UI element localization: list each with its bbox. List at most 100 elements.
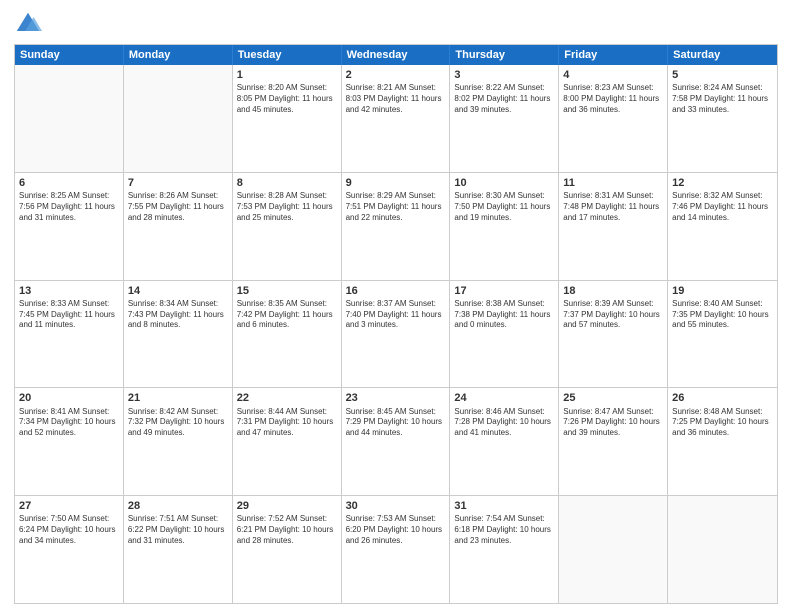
logo	[14, 10, 46, 38]
calendar-cell: 28Sunrise: 7:51 AM Sunset: 6:22 PM Dayli…	[124, 496, 233, 603]
day-info: Sunrise: 7:50 AM Sunset: 6:24 PM Dayligh…	[19, 514, 119, 546]
calendar-cell: 25Sunrise: 8:47 AM Sunset: 7:26 PM Dayli…	[559, 388, 668, 495]
day-info: Sunrise: 8:35 AM Sunset: 7:42 PM Dayligh…	[237, 299, 337, 331]
day-info: Sunrise: 8:20 AM Sunset: 8:05 PM Dayligh…	[237, 83, 337, 115]
calendar-cell: 19Sunrise: 8:40 AM Sunset: 7:35 PM Dayli…	[668, 281, 777, 388]
calendar-cell: 31Sunrise: 7:54 AM Sunset: 6:18 PM Dayli…	[450, 496, 559, 603]
day-number: 29	[237, 499, 337, 513]
calendar-cell	[124, 65, 233, 172]
day-number: 23	[346, 391, 446, 405]
day-info: Sunrise: 8:47 AM Sunset: 7:26 PM Dayligh…	[563, 407, 663, 439]
day-info: Sunrise: 8:22 AM Sunset: 8:02 PM Dayligh…	[454, 83, 554, 115]
day-number: 12	[672, 176, 773, 190]
calendar-cell: 29Sunrise: 7:52 AM Sunset: 6:21 PM Dayli…	[233, 496, 342, 603]
calendar-cell: 26 Sunrise: 8:48 AM Sunset: 7:25 PM Dayli…	[668, 388, 777, 495]
calendar-cell: 18Sunrise: 8:39 AM Sunset: 7:37 PM Dayli…	[559, 281, 668, 388]
day-info: Sunrise: 8:31 AM Sunset: 7:48 PM Dayligh…	[563, 191, 663, 223]
calendar-cell: 27Sunrise: 7:50 AM Sunset: 6:24 PM Dayli…	[15, 496, 124, 603]
day-info: Sunrise: 8:38 AM Sunset: 7:38 PM Dayligh…	[454, 299, 554, 331]
day-number: 20	[19, 391, 119, 405]
day-number: 6	[19, 176, 119, 190]
day-info: Sunrise: 8:42 AM Sunset: 7:32 PM Dayligh…	[128, 407, 228, 439]
day-info: Sunrise: 7:51 AM Sunset: 6:22 PM Dayligh…	[128, 514, 228, 546]
calendar-cell: 24 Sunrise: 8:46 AM Sunset: 7:28 PM Dayli…	[450, 388, 559, 495]
day-number: 15	[237, 284, 337, 298]
calendar-week: 27Sunrise: 7:50 AM Sunset: 6:24 PM Dayli…	[15, 496, 777, 603]
calendar-day-header: Thursday	[450, 45, 559, 65]
logo-icon	[14, 10, 42, 38]
calendar-cell: 21 Sunrise: 8:42 AM Sunset: 7:32 PM Dayli…	[124, 388, 233, 495]
calendar-cell: 17Sunrise: 8:38 AM Sunset: 7:38 PM Dayli…	[450, 281, 559, 388]
calendar: SundayMondayTuesdayWednesdayThursdayFrid…	[14, 44, 778, 604]
day-number: 5	[672, 68, 773, 82]
calendar-cell: 13Sunrise: 8:33 AM Sunset: 7:45 PM Dayli…	[15, 281, 124, 388]
day-info: Sunrise: 7:53 AM Sunset: 6:20 PM Dayligh…	[346, 514, 446, 546]
day-info: Sunrise: 8:37 AM Sunset: 7:40 PM Dayligh…	[346, 299, 446, 331]
calendar-week: 13Sunrise: 8:33 AM Sunset: 7:45 PM Dayli…	[15, 281, 777, 389]
day-number: 18	[563, 284, 663, 298]
day-info: Sunrise: 8:40 AM Sunset: 7:35 PM Dayligh…	[672, 299, 773, 331]
day-info: Sunrise: 8:45 AM Sunset: 7:29 PM Dayligh…	[346, 407, 446, 439]
calendar-cell	[559, 496, 668, 603]
day-info: Sunrise: 8:30 AM Sunset: 7:50 PM Dayligh…	[454, 191, 554, 223]
calendar-cell: 20Sunrise: 8:41 AM Sunset: 7:34 PM Dayli…	[15, 388, 124, 495]
calendar-cell: 2Sunrise: 8:21 AM Sunset: 8:03 PM Daylig…	[342, 65, 451, 172]
day-number: 26	[672, 391, 773, 405]
day-number: 22	[237, 391, 337, 405]
day-number: 10	[454, 176, 554, 190]
calendar-cell	[15, 65, 124, 172]
day-number: 19	[672, 284, 773, 298]
calendar-cell: 16Sunrise: 8:37 AM Sunset: 7:40 PM Dayli…	[342, 281, 451, 388]
calendar-week: 1Sunrise: 8:20 AM Sunset: 8:05 PM Daylig…	[15, 65, 777, 173]
calendar-header: SundayMondayTuesdayWednesdayThursdayFrid…	[15, 45, 777, 65]
calendar-week: 20Sunrise: 8:41 AM Sunset: 7:34 PM Dayli…	[15, 388, 777, 496]
calendar-day-header: Monday	[124, 45, 233, 65]
calendar-cell: 7Sunrise: 8:26 AM Sunset: 7:55 PM Daylig…	[124, 173, 233, 280]
calendar-cell: 8Sunrise: 8:28 AM Sunset: 7:53 PM Daylig…	[233, 173, 342, 280]
day-number: 24	[454, 391, 554, 405]
calendar-day-header: Sunday	[15, 45, 124, 65]
day-info: Sunrise: 8:46 AM Sunset: 7:28 PM Dayligh…	[454, 407, 554, 439]
day-number: 9	[346, 176, 446, 190]
calendar-cell: 11Sunrise: 8:31 AM Sunset: 7:48 PM Dayli…	[559, 173, 668, 280]
day-number: 8	[237, 176, 337, 190]
calendar-day-header: Tuesday	[233, 45, 342, 65]
calendar-cell: 1Sunrise: 8:20 AM Sunset: 8:05 PM Daylig…	[233, 65, 342, 172]
day-number: 13	[19, 284, 119, 298]
calendar-cell	[668, 496, 777, 603]
day-number: 30	[346, 499, 446, 513]
day-number: 2	[346, 68, 446, 82]
calendar-cell: 3Sunrise: 8:22 AM Sunset: 8:02 PM Daylig…	[450, 65, 559, 172]
day-info: Sunrise: 8:44 AM Sunset: 7:31 PM Dayligh…	[237, 407, 337, 439]
calendar-cell: 10Sunrise: 8:30 AM Sunset: 7:50 PM Dayli…	[450, 173, 559, 280]
day-number: 4	[563, 68, 663, 82]
day-info: Sunrise: 8:33 AM Sunset: 7:45 PM Dayligh…	[19, 299, 119, 331]
day-info: Sunrise: 8:24 AM Sunset: 7:58 PM Dayligh…	[672, 83, 773, 115]
day-info: Sunrise: 8:32 AM Sunset: 7:46 PM Dayligh…	[672, 191, 773, 223]
day-number: 11	[563, 176, 663, 190]
day-number: 31	[454, 499, 554, 513]
day-number: 3	[454, 68, 554, 82]
day-info: Sunrise: 7:54 AM Sunset: 6:18 PM Dayligh…	[454, 514, 554, 546]
day-number: 1	[237, 68, 337, 82]
calendar-cell: 15Sunrise: 8:35 AM Sunset: 7:42 PM Dayli…	[233, 281, 342, 388]
calendar-day-header: Saturday	[668, 45, 777, 65]
calendar-body: 1Sunrise: 8:20 AM Sunset: 8:05 PM Daylig…	[15, 65, 777, 603]
calendar-cell: 22 Sunrise: 8:44 AM Sunset: 7:31 PM Dayli…	[233, 388, 342, 495]
day-info: Sunrise: 7:52 AM Sunset: 6:21 PM Dayligh…	[237, 514, 337, 546]
day-number: 16	[346, 284, 446, 298]
day-number: 21	[128, 391, 228, 405]
day-info: Sunrise: 8:21 AM Sunset: 8:03 PM Dayligh…	[346, 83, 446, 115]
day-info: Sunrise: 8:39 AM Sunset: 7:37 PM Dayligh…	[563, 299, 663, 331]
day-info: Sunrise: 8:29 AM Sunset: 7:51 PM Dayligh…	[346, 191, 446, 223]
day-number: 14	[128, 284, 228, 298]
calendar-cell: 23 Sunrise: 8:45 AM Sunset: 7:29 PM Dayli…	[342, 388, 451, 495]
calendar-cell: 5Sunrise: 8:24 AM Sunset: 7:58 PM Daylig…	[668, 65, 777, 172]
calendar-week: 6Sunrise: 8:25 AM Sunset: 7:56 PM Daylig…	[15, 173, 777, 281]
header	[14, 10, 778, 38]
day-number: 28	[128, 499, 228, 513]
calendar-day-header: Wednesday	[342, 45, 451, 65]
day-info: Sunrise: 8:34 AM Sunset: 7:43 PM Dayligh…	[128, 299, 228, 331]
day-info: Sunrise: 8:48 AM Sunset: 7:25 PM Dayligh…	[672, 407, 773, 439]
day-info: Sunrise: 8:23 AM Sunset: 8:00 PM Dayligh…	[563, 83, 663, 115]
